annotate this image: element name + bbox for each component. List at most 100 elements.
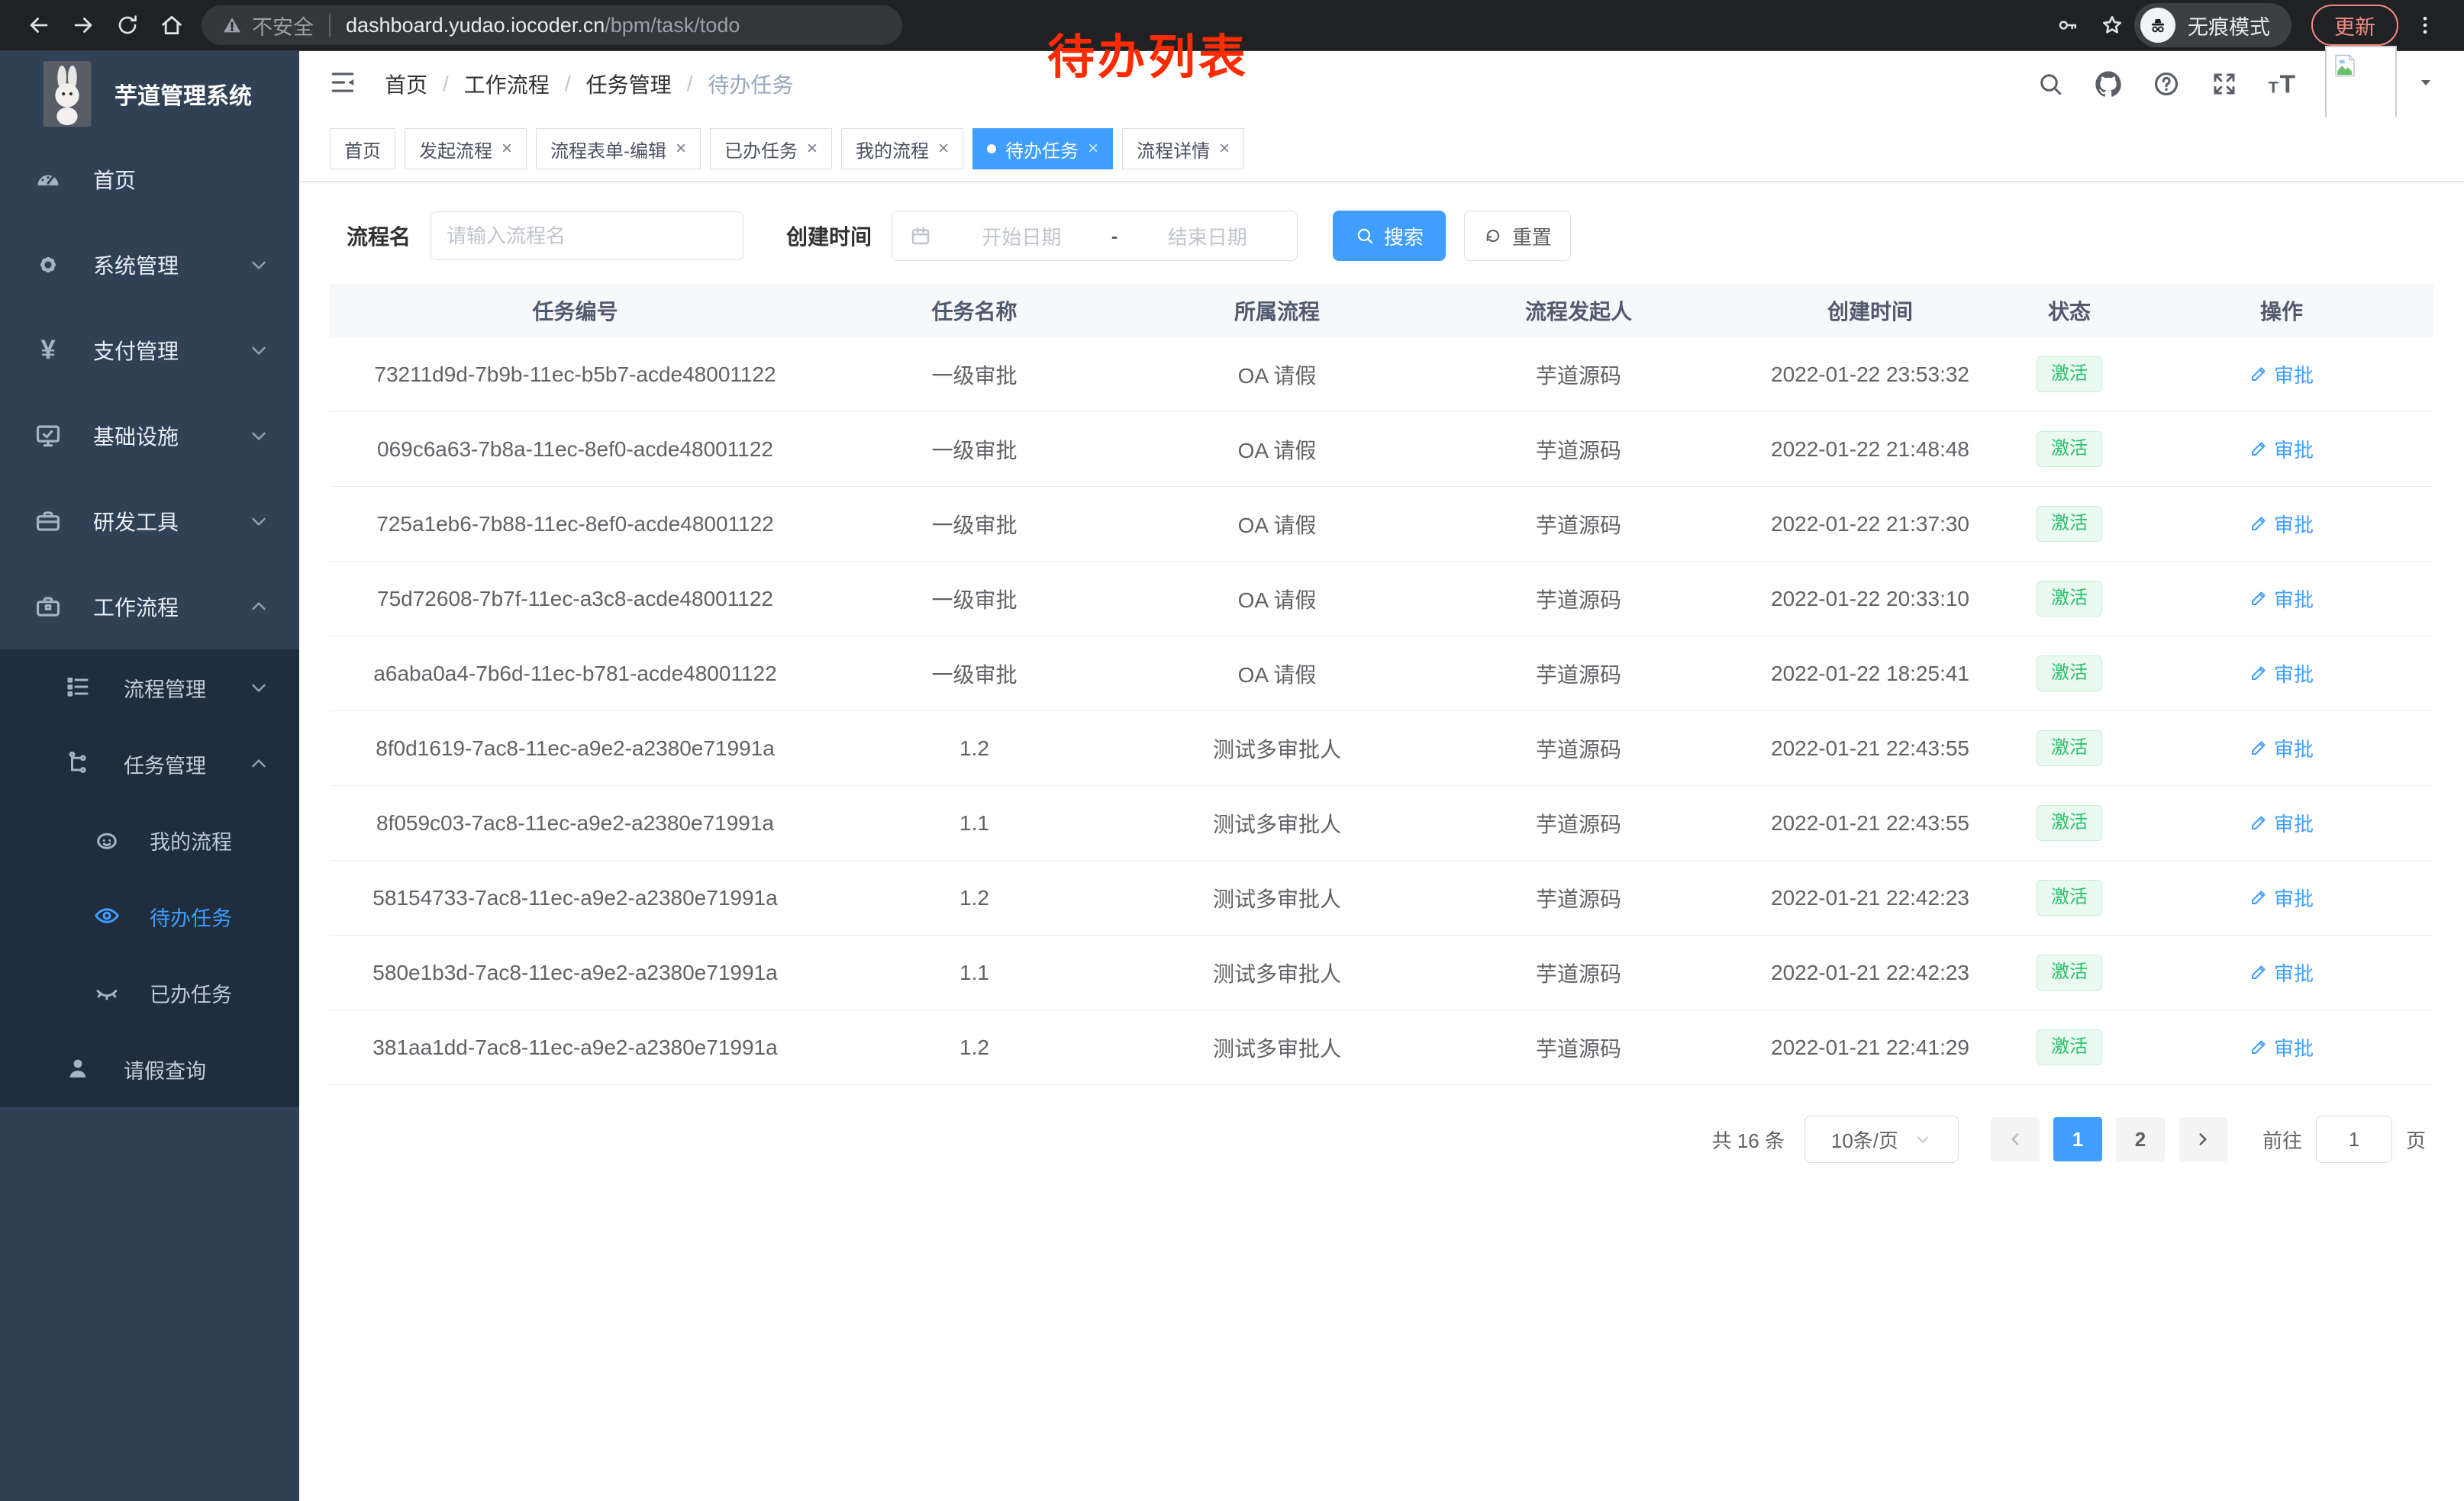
tab-start-process[interactable]: 发起流程× (405, 128, 527, 169)
created-cell: 2022-01-22 21:37:30 (1731, 487, 2009, 562)
tab-process-detail[interactable]: 流程详情× (1122, 128, 1244, 169)
address-bar[interactable]: 不安全 dashboard.yudao.iocoder.cn/bpm/task/… (202, 5, 902, 45)
svg-text:T: T (2269, 78, 2279, 97)
date-range-picker[interactable]: 开始日期 - 结束日期 (892, 211, 1298, 261)
created-cell: 2022-01-22 18:25:41 (1731, 636, 2009, 711)
starter-cell: 芋道源码 (1426, 936, 1731, 1010)
approve-link[interactable]: 审批 (2250, 1033, 2314, 1061)
browser-back-button[interactable] (17, 4, 61, 47)
org-tree-icon (64, 749, 93, 778)
approve-link[interactable]: 审批 (2250, 809, 2314, 837)
reset-button[interactable]: 重置 (1464, 211, 1571, 261)
browser-home-button[interactable] (150, 4, 194, 47)
close-icon[interactable]: × (502, 140, 512, 158)
browser-forward-button[interactable] (61, 4, 105, 47)
approve-link[interactable]: 审批 (2250, 958, 2314, 987)
breadcrumb-workflow[interactable]: 工作流程 (464, 69, 550, 99)
sidebar-item-process-management[interactable]: 流程管理 (0, 649, 299, 726)
close-icon[interactable]: × (807, 140, 818, 158)
table-row: 73211d9d-7b9b-11ec-b5b7-acde48001122一级审批… (330, 337, 2433, 412)
col-process: 所属流程 (1128, 284, 1426, 337)
approve-link[interactable]: 审批 (2250, 585, 2314, 613)
col-starter: 流程发起人 (1426, 284, 1731, 337)
prev-page-button[interactable] (1991, 1117, 2040, 1161)
starter-cell: 芋道源码 (1426, 1010, 1731, 1085)
sidebar-item-leave-query[interactable]: 请假查询 (0, 1031, 299, 1107)
close-icon[interactable]: × (676, 140, 686, 158)
process-name-label: 流程名 (347, 221, 411, 251)
github-icon[interactable] (2093, 69, 2124, 99)
table-row: 8f059c03-7ac8-11ec-a9e2-a2380e71991a1.1测… (330, 786, 2433, 861)
next-page-button[interactable] (2179, 1117, 2227, 1161)
approve-link[interactable]: 审批 (2250, 435, 2314, 463)
tab-done-tasks[interactable]: 已办任务× (710, 128, 832, 169)
process-name-input[interactable] (431, 211, 743, 260)
sidebar-item-dev-tools[interactable]: 研发工具 (0, 478, 299, 564)
tab-my-process[interactable]: 我的流程× (841, 128, 963, 169)
avatar-caret-icon[interactable] (2417, 73, 2435, 95)
avatar[interactable] (2325, 46, 2397, 122)
goto-page-input[interactable] (2316, 1116, 2392, 1163)
process-cell: 测试多审批人 (1128, 861, 1426, 936)
font-size-icon[interactable]: TT (2267, 69, 2298, 99)
starter-cell: 芋道源码 (1426, 786, 1731, 861)
tab-todo-tasks[interactable]: 待办任务× (972, 128, 1113, 169)
breadcrumb: 首页 / 工作流程 / 任务管理 / 待办任务 (385, 69, 793, 99)
sidebar-item-home[interactable]: 首页 (0, 137, 299, 222)
task-name-cell: 1.1 (821, 786, 1128, 861)
bookmark-star-icon[interactable] (2090, 4, 2134, 47)
status-badge: 激活 (2037, 506, 2102, 542)
actions-cell: 审批 (2130, 636, 2433, 711)
tab-process-form-edit[interactable]: 流程表单-编辑× (536, 128, 701, 169)
sidebar-item-workflow[interactable]: 工作流程 (0, 564, 299, 649)
fullscreen-icon[interactable] (2209, 69, 2240, 99)
app-logo[interactable]: 芋道管理系统 (0, 51, 299, 137)
close-icon[interactable]: × (1088, 140, 1098, 158)
approve-link[interactable]: 审批 (2250, 659, 2314, 688)
status-cell: 激活 (2009, 562, 2130, 636)
sidebar-item-my-process[interactable]: 我的流程 (0, 802, 299, 878)
help-icon[interactable] (2151, 69, 2182, 99)
yen-icon: ¥ (34, 336, 63, 365)
breadcrumb-task-management[interactable]: 任务管理 (586, 69, 672, 99)
close-icon[interactable]: × (938, 140, 949, 158)
logo-image (43, 61, 92, 127)
browser-update-button[interactable]: 更新 (2311, 5, 2398, 46)
tab-home[interactable]: 首页 (330, 128, 395, 169)
breadcrumb-separator: / (565, 72, 571, 96)
password-key-icon[interactable] (2046, 4, 2090, 47)
breadcrumb-home[interactable]: 首页 (385, 69, 427, 99)
sidebar-collapse-icon[interactable] (328, 68, 357, 101)
sidebar-item-task-management[interactable]: 任务管理 (0, 726, 299, 802)
task-name-cell: 1.1 (821, 936, 1128, 1010)
page-button-1[interactable]: 1 (2053, 1117, 2102, 1161)
sidebar-item-done-tasks[interactable]: 已办任务 (0, 955, 299, 1031)
close-icon[interactable]: × (1219, 140, 1230, 158)
sidebar-item-infrastructure[interactable]: 基础设施 (0, 393, 299, 478)
sidebar-item-todo-tasks[interactable]: 待办任务 (0, 878, 299, 955)
browser-menu-icon[interactable] (2403, 4, 2447, 47)
calendar-icon (909, 224, 932, 247)
search-button[interactable]: 搜索 (1333, 211, 1446, 261)
page-button-2[interactable]: 2 (2116, 1117, 2165, 1161)
actions-cell: 审批 (2130, 562, 2433, 636)
status-badge: 激活 (2037, 880, 2102, 916)
task-name-cell: 一级审批 (821, 337, 1128, 412)
search-icon[interactable] (2035, 69, 2066, 99)
approve-link[interactable]: 审批 (2250, 510, 2314, 538)
approve-link[interactable]: 审批 (2250, 884, 2314, 912)
actions-cell: 审批 (2130, 786, 2433, 861)
status-badge: 激活 (2037, 581, 2102, 617)
process-cell: OA 请假 (1128, 636, 1426, 711)
sidebar-item-system[interactable]: 系统管理 (0, 222, 299, 308)
page-size-select[interactable]: 10条/页 (1804, 1116, 1959, 1163)
site-security-chip[interactable]: 不安全 (221, 11, 314, 40)
process-cell: 测试多审批人 (1128, 1010, 1426, 1085)
approve-link[interactable]: 审批 (2250, 734, 2314, 762)
browser-reload-button[interactable] (105, 4, 150, 47)
approve-link[interactable]: 审批 (2250, 360, 2314, 388)
sidebar-item-payment[interactable]: ¥ 支付管理 (0, 308, 299, 393)
created-cell: 2022-01-21 22:41:29 (1731, 1010, 2009, 1085)
toolbox-icon (34, 507, 63, 536)
task-name-cell: 一级审批 (821, 636, 1128, 711)
